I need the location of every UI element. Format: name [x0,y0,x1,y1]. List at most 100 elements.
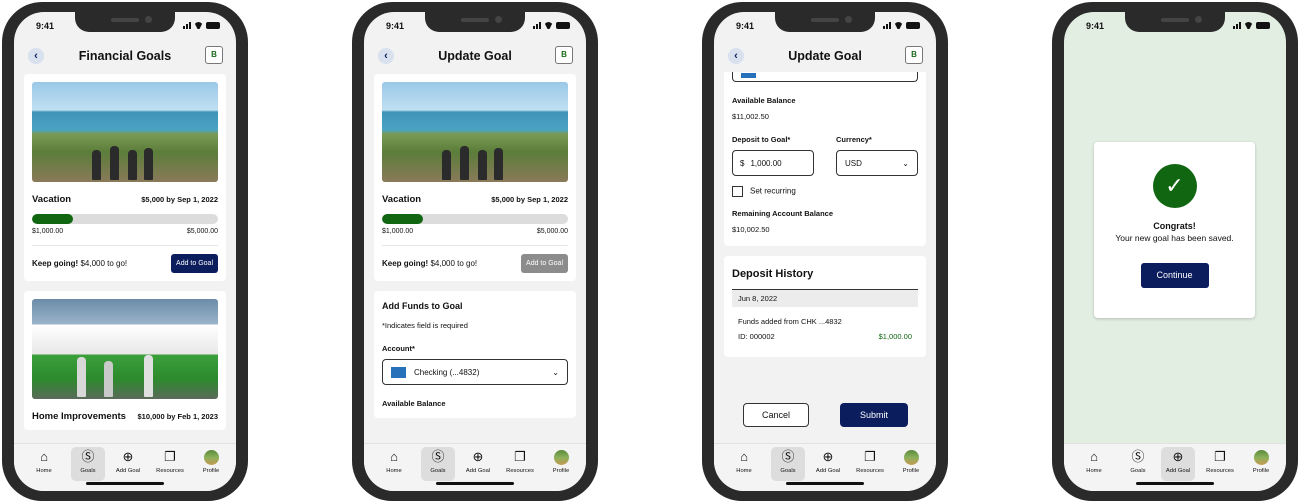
tab-resources[interactable]: ❐ Resources [503,447,537,481]
add-funds-form: Available Balance $11,002.50 Deposit to … [724,72,926,246]
notch [425,12,525,32]
tab-profile[interactable]: Profile [544,447,578,481]
battery-icon [1256,22,1270,29]
signal-icon [183,22,191,29]
phone-confirmation: 9:41 ✓ Congrats! Your new goal has been … [1052,2,1298,501]
recurring-checkbox[interactable] [732,186,743,197]
nav-bar: ‹ Financial Goals B [14,40,236,72]
dollar-icon: Ⓢ [781,449,795,464]
add-funds-form: Add Funds to Goal *Indicates field is re… [374,291,576,418]
home-indicator [436,482,514,485]
bank-logo-icon: B [205,46,223,64]
nav-bar: ‹ Update Goal B [714,40,936,72]
tab-bar: ⌂ Home Ⓢ Goals ⊕ Add Goal ❐ Resources Profil… [14,443,236,491]
goal-photo [32,299,218,399]
bank-logo-icon: B [555,46,573,64]
progress-min: $1,000.00 [32,228,64,235]
remaining-label: Remaining Account Balance [732,209,833,218]
tab-add-goal[interactable]: ⊕ Add Goal [461,447,495,481]
battery-icon [556,22,570,29]
currency-select[interactable]: USD ⌄ [836,150,918,176]
phone-update-goal: 9:41 ‹ Update Goal B Vacation $5,000 by … [352,2,598,501]
cancel-button[interactable]: Cancel [743,403,809,427]
account-select[interactable] [732,72,918,82]
deposit-value: 1,000.00 [750,158,782,168]
goal-card-vacation: Vacation $5,000 by Sep 1, 2022 $1,000.00… [374,74,576,281]
page-title: Financial Goals [78,49,172,63]
home-indicator [1136,482,1214,485]
tab-home[interactable]: ⌂ Home [377,447,411,481]
history-amount: $1,000.00 [878,332,912,341]
goal-target: $5,000 by Sep 1, 2022 [491,195,568,204]
goal-card-vacation[interactable]: Vacation $5,000 by Sep 1, 2022 $1,000.00… [24,74,226,281]
tab-goals[interactable]: Ⓢ Goals [1121,447,1155,481]
success-dialog: ✓ Congrats! Your new goal has been saved… [1094,142,1255,318]
submit-button[interactable]: Submit [840,403,908,427]
progress-fill [382,214,423,224]
history-id: ID: 000002 [738,332,775,341]
signal-icon [533,22,541,29]
history-entry: Funds added from CHK ...4832 ID: 000002 … [732,307,918,347]
deposit-input[interactable]: $ 1,000.00 [732,150,814,176]
deposit-history: Deposit History Jun 8, 2022 Funds added … [724,256,926,357]
status-time: 9:41 [1086,21,1105,31]
status-time: 9:41 [36,21,55,31]
tab-goals[interactable]: Ⓢ Goals [421,447,455,481]
tab-add-goal[interactable]: ⊕ Add Goal [811,447,845,481]
tab-profile[interactable]: Profile [194,447,228,481]
goal-name: Vacation [32,194,72,205]
account-select[interactable]: Checking (...4832) ⌄ [382,359,568,385]
continue-button[interactable]: Continue [1140,263,1209,288]
home-indicator [786,482,864,485]
documents-icon: ❐ [864,449,876,464]
remaining-value: $10,002.50 [732,225,770,234]
wifi-icon [894,22,903,29]
card-icon [741,73,756,78]
avatar [1254,450,1269,465]
signal-icon [1233,22,1241,29]
history-desc: Funds added from CHK ...4832 [738,317,842,326]
goal-name: Home Improvements [32,411,126,422]
account-value: Checking (...4832) [414,367,480,377]
screen: 9:41 ‹ Financial Goals B Vacation $5,000… [14,12,236,491]
tab-bar: ⌂ Home Ⓢ Goals ⊕ Add Goal ❐ Resources Profil… [714,443,936,491]
tab-bar: ⌂ Home Ⓢ Goals ⊕ Add Goal ❐ Resources Profil… [364,443,586,491]
currency-label: Currency* [836,135,872,144]
history-heading: Deposit History [732,268,918,290]
progress-max: $5,000.00 [536,228,568,235]
tab-home[interactable]: ⌂ Home [1077,447,1111,481]
tab-goals[interactable]: Ⓢ Goals [771,447,805,481]
tab-home[interactable]: ⌂ Home [727,447,761,481]
tab-resources[interactable]: ❐ Resources [853,447,887,481]
home-indicator [86,482,164,485]
documents-icon: ❐ [514,449,526,464]
tab-home[interactable]: ⌂ Home [27,447,61,481]
add-to-goal-button[interactable]: Add to Goal [171,254,218,273]
goal-card-home-improvements[interactable]: Home Improvements $10,000 by Feb 1, 2023 [24,291,226,430]
phone-financial-goals: 9:41 ‹ Financial Goals B Vacation $5,000… [2,2,248,501]
progress-min: $1,000.00 [382,228,414,235]
tab-goals[interactable]: Ⓢ Goals [71,447,105,481]
screen: 9:41 ‹ Update Goal B Vacation $5,000 by … [364,12,586,491]
tab-add-goal[interactable]: ⊕ Add Goal [1161,447,1195,481]
goal-name: Vacation [382,194,422,205]
available-label: Available Balance [382,399,446,408]
tab-profile[interactable]: Profile [1244,447,1278,481]
screen: 9:41 ‹ Update Goal B Available Balance $… [714,12,936,491]
avatar [554,450,569,465]
screen: 9:41 ✓ Congrats! Your new goal has been … [1064,12,1286,491]
deposit-label: Deposit to Goal* [732,135,791,144]
dollar-icon: Ⓢ [431,449,445,464]
progress-fill [32,214,73,224]
available-value: $11,002.50 [732,112,769,121]
tab-resources[interactable]: ❐ Resources [153,447,187,481]
notch [75,12,175,32]
goal-photo [382,82,568,182]
phone-update-goal-scrolled: 9:41 ‹ Update Goal B Available Balance $… [702,2,948,501]
card-icon [391,366,406,378]
goal-target: $10,000 by Feb 1, 2023 [137,412,218,421]
tab-add-goal[interactable]: ⊕ Add Goal [111,447,145,481]
tab-profile[interactable]: Profile [894,447,928,481]
progress-max: $5,000.00 [186,228,218,235]
tab-resources[interactable]: ❐ Resources [1203,447,1237,481]
